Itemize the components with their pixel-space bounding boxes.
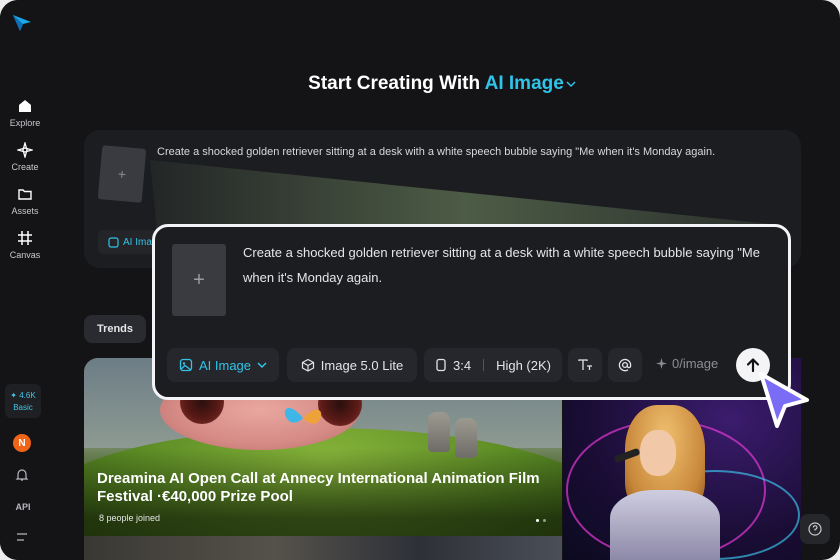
butterfly-icon — [284, 408, 322, 424]
image-icon — [108, 236, 119, 248]
prompt-input[interactable]: Create a shocked golden retriever sittin… — [243, 240, 777, 290]
model-dropdown[interactable]: Image 5.0 Lite — [287, 348, 417, 382]
credits-count: ✦ 4.6K — [10, 390, 36, 400]
card-artwork-statue — [455, 418, 477, 458]
help-button[interactable] — [800, 514, 830, 544]
at-sign-icon — [618, 358, 632, 372]
mode-selector[interactable]: AI Image — [485, 73, 576, 94]
add-reference-thumbnail[interactable]: + — [172, 244, 226, 316]
sidebar-item-label: Explore — [9, 118, 41, 128]
chevron-down-icon — [566, 81, 576, 88]
folder-icon — [18, 189, 32, 200]
help-icon — [808, 522, 822, 536]
cube-icon — [301, 358, 314, 372]
title-prefix: Start Creating With — [308, 73, 481, 94]
credits-badge[interactable]: ✦ 4.6K Basic — [5, 384, 41, 418]
menu-icon[interactable] — [16, 532, 28, 542]
sidebar-item-assets[interactable]: Assets — [0, 186, 50, 216]
divider — [483, 359, 485, 371]
image-icon — [179, 358, 193, 372]
sidebar-item-canvas[interactable]: Canvas — [0, 230, 50, 260]
app-window: Explore Create Assets Canvas ✦ 4.6K Basi… — [0, 0, 840, 560]
plus-icon: + — [193, 268, 205, 291]
cost-indicator: 0/image — [656, 356, 718, 371]
quality-label: High (2K) — [496, 357, 551, 373]
sidebar-item-label: Create — [11, 162, 39, 172]
card-artwork-statue — [428, 412, 450, 452]
mode-chip-label: AI Ima — [123, 236, 152, 248]
sparkle-icon — [656, 358, 667, 369]
page-title: Start Creating With AI Image — [0, 73, 840, 95]
api-link[interactable]: API — [10, 502, 36, 512]
home-icon — [19, 100, 31, 112]
prompt-text[interactable]: Create a shocked golden retriever sittin… — [157, 146, 777, 158]
mention-button[interactable] — [608, 348, 642, 382]
bell-icon[interactable] — [15, 468, 29, 482]
carousel-dot[interactable] — [543, 519, 546, 522]
mode-dropdown-label: AI Image — [198, 357, 252, 373]
tab-trends[interactable]: Trends — [84, 315, 146, 343]
aspect-ratio-icon — [436, 358, 446, 372]
cost-label: 0/image — [672, 356, 719, 371]
text-size-icon — [578, 359, 592, 370]
chevron-down-icon — [257, 362, 267, 369]
bottom-card-row[interactable] — [84, 536, 562, 560]
plus-icon: + — [117, 165, 127, 183]
frame-icon — [18, 231, 32, 245]
mode-chip[interactable]: AI Ima — [98, 230, 158, 254]
sidebar-item-create[interactable]: Create — [0, 142, 50, 172]
sparkle-icon — [17, 142, 33, 158]
add-reference-thumbnail[interactable]: + — [97, 145, 147, 203]
sidebar-item-explore[interactable]: Explore — [0, 98, 50, 128]
model-label: Image 5.0 Lite — [320, 357, 404, 373]
cursor-pointer-icon — [759, 372, 809, 428]
logo-icon[interactable] — [11, 13, 33, 33]
text-style-button[interactable] — [568, 348, 602, 382]
card-artwork-face — [640, 430, 676, 476]
plan-label: Basic — [13, 402, 33, 412]
mode-dropdown[interactable]: AI Image — [167, 348, 279, 382]
avatar[interactable]: N — [13, 434, 31, 452]
card-artwork-outfit — [610, 490, 720, 560]
card-joined-count: 8 people joined — [99, 513, 161, 523]
ratio-label: 3:4 — [453, 357, 472, 373]
sidebar-item-label: Assets — [11, 206, 39, 216]
mode-label: AI Image — [484, 73, 564, 94]
ratio-quality-selector[interactable]: 3:4 High (2K) — [424, 348, 562, 382]
carousel-dots[interactable] — [536, 519, 546, 522]
sidebar-item-label: Canvas — [9, 250, 41, 260]
carousel-dot[interactable] — [536, 519, 539, 522]
card-title: Dreamina AI Open Call at Annecy Internat… — [97, 470, 540, 505]
